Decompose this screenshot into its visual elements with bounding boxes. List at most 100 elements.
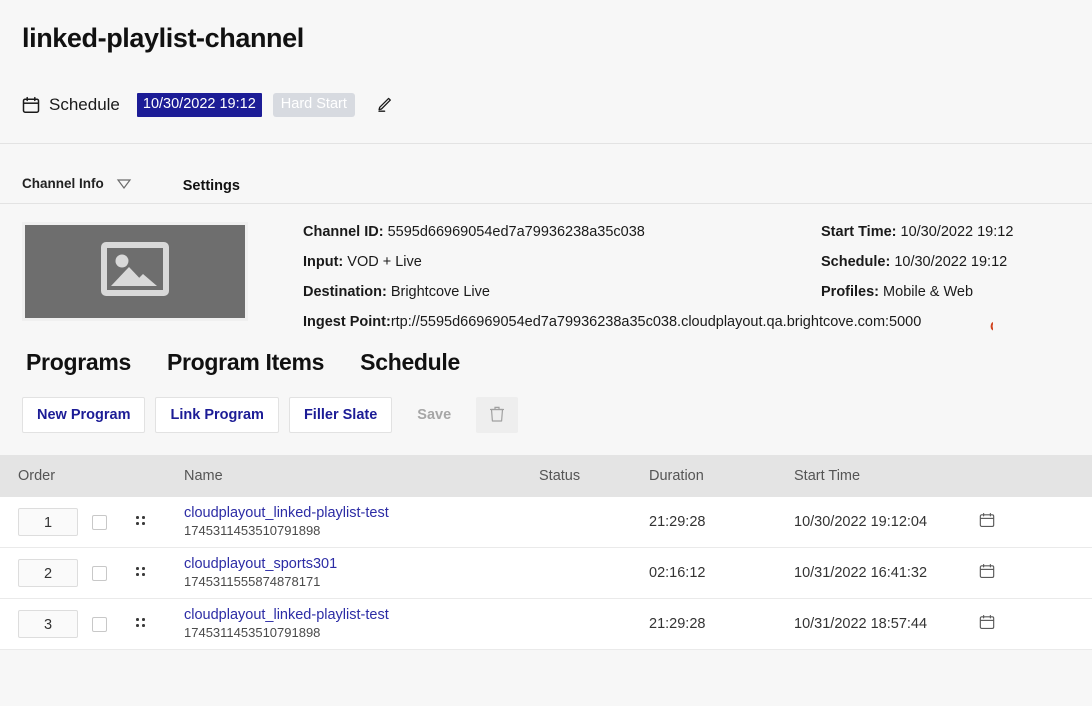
row-calendar-cell bbox=[979, 614, 1039, 635]
table-header-row: Order Name Status Duration Start Time bbox=[0, 455, 1092, 497]
table-row: 1 cloudplayout_linked-playlist-test 1745… bbox=[0, 497, 1092, 548]
row-select-cell bbox=[92, 617, 136, 632]
row-checkbox[interactable] bbox=[92, 617, 107, 632]
tab-program-items[interactable]: Program Items bbox=[163, 349, 328, 382]
meta-ingest-value: rtp://5595d66969054ed7a79936238a35c038.c… bbox=[391, 312, 922, 332]
main-tab-bar: Programs Program Items Schedule bbox=[0, 349, 1092, 382]
program-name-link[interactable]: cloudplayout_linked-playlist-test bbox=[184, 505, 539, 522]
program-name-link[interactable]: cloudplayout_linked-playlist-test bbox=[184, 607, 539, 624]
channel-thumbnail bbox=[22, 222, 248, 321]
tab-settings[interactable]: Settings bbox=[165, 178, 258, 203]
meta-start-time-value: 10/30/2022 19:12 bbox=[901, 224, 1014, 240]
image-placeholder-icon bbox=[101, 242, 169, 301]
row-checkbox[interactable] bbox=[92, 566, 107, 581]
table-row: 3 cloudplayout_linked-playlist-test 1745… bbox=[0, 599, 1092, 650]
order-input[interactable]: 2 bbox=[18, 559, 78, 587]
calendar-icon[interactable] bbox=[979, 512, 995, 528]
subtab-bar: Channel Info Settings bbox=[0, 144, 1092, 204]
row-calendar-cell bbox=[979, 563, 1039, 584]
row-checkbox[interactable] bbox=[92, 515, 107, 530]
hard-start-badge[interactable]: Hard Start bbox=[273, 93, 355, 117]
order-input[interactable]: 1 bbox=[18, 508, 78, 536]
filler-slate-button[interactable]: Filler Slate bbox=[289, 397, 392, 433]
channel-metadata: Channel ID: 5595d66969054ed7a79936238a35… bbox=[303, 222, 1070, 321]
schedule-row: Schedule 10/30/2022 19:12 Hard Start bbox=[22, 93, 1070, 117]
meta-input-value: VOD + Live bbox=[347, 254, 422, 270]
channel-info-panel: Channel ID: 5595d66969054ed7a79936238a35… bbox=[0, 204, 1092, 321]
table-row: 2 cloudplayout_sports301 174531155587487… bbox=[0, 548, 1092, 599]
program-id: 1745311555874878171 bbox=[184, 573, 539, 590]
name-cell: cloudplayout_linked-playlist-test 174531… bbox=[184, 607, 539, 641]
order-cell: 3 bbox=[0, 610, 92, 638]
order-cell: 2 bbox=[0, 559, 92, 587]
program-name-link[interactable]: cloudplayout_sports301 bbox=[184, 556, 539, 573]
triangle-down-icon bbox=[116, 178, 132, 190]
programs-toolbar: New Program Link Program Filler Slate Sa… bbox=[0, 397, 1092, 433]
save-button[interactable]: Save bbox=[402, 397, 466, 433]
page-title: linked-playlist-channel bbox=[22, 18, 1070, 58]
metadata-right-column: Start Time: 10/30/2022 19:12 Schedule: 1… bbox=[821, 222, 1092, 312]
duration-cell: 21:29:28 bbox=[649, 514, 794, 530]
calendar-icon[interactable] bbox=[979, 563, 995, 579]
tab-programs[interactable]: Programs bbox=[22, 349, 135, 382]
row-select-cell bbox=[92, 515, 136, 530]
meta-input: Input: VOD + Live bbox=[303, 252, 823, 272]
schedule-date-badge[interactable]: 10/30/2022 19:12 bbox=[137, 93, 262, 117]
column-header-start-time: Start Time bbox=[794, 468, 979, 484]
meta-start-time: Start Time: 10/30/2022 19:12 bbox=[821, 222, 1092, 242]
meta-schedule-label: Schedule: bbox=[821, 254, 890, 270]
meta-channel-id-value: 5595d66969054ed7a79936238a35c038 bbox=[388, 224, 645, 240]
pencil-icon[interactable] bbox=[374, 95, 394, 115]
meta-profiles-value: Mobile & Web bbox=[883, 284, 973, 300]
copy-ingest-button[interactable]: Copy bbox=[990, 316, 993, 332]
meta-destination-value: Brightcove Live bbox=[391, 284, 490, 300]
drag-handle-icon[interactable] bbox=[136, 567, 146, 579]
link-program-button[interactable]: Link Program bbox=[155, 397, 278, 433]
row-drag-cell bbox=[136, 618, 184, 630]
tab-schedule-label: Schedule bbox=[356, 349, 464, 382]
settings-tab-label: Settings bbox=[165, 178, 258, 201]
programs-table: Order Name Status Duration Start Time 1 … bbox=[0, 455, 1092, 650]
column-header-duration: Duration bbox=[649, 468, 794, 484]
row-select-cell bbox=[92, 566, 136, 581]
meta-channel-id: Channel ID: 5595d66969054ed7a79936238a35… bbox=[303, 222, 823, 242]
tab-programs-label: Programs bbox=[22, 349, 135, 382]
column-header-status: Status bbox=[539, 468, 649, 484]
meta-destination: Destination: Brightcove Live bbox=[303, 282, 823, 302]
tab-schedule[interactable]: Schedule bbox=[356, 349, 464, 382]
tab-channel-info[interactable]: Channel Info bbox=[22, 176, 132, 203]
column-header-name: Name bbox=[184, 468, 539, 484]
delete-button[interactable] bbox=[476, 397, 518, 433]
meta-ingest-label: Ingest Point: bbox=[303, 312, 391, 332]
name-cell: cloudplayout_sports301 17453115558748781… bbox=[184, 556, 539, 590]
start-time-cell: 10/30/2022 19:12:04 bbox=[794, 514, 979, 530]
meta-schedule: Schedule: 10/30/2022 19:12 bbox=[821, 252, 1092, 272]
duration-cell: 02:16:12 bbox=[649, 565, 794, 581]
column-header-order: Order bbox=[0, 468, 92, 484]
drag-handle-icon[interactable] bbox=[136, 516, 146, 528]
meta-schedule-value: 10/30/2022 19:12 bbox=[894, 254, 1007, 270]
calendar-icon[interactable] bbox=[979, 614, 995, 630]
row-drag-cell bbox=[136, 567, 184, 579]
program-id: 1745311453510791898 bbox=[184, 522, 539, 539]
meta-input-label: Input: bbox=[303, 254, 343, 270]
meta-profiles: Profiles: Mobile & Web bbox=[821, 282, 1092, 302]
start-time-cell: 10/31/2022 16:41:32 bbox=[794, 565, 979, 581]
duration-cell: 21:29:28 bbox=[649, 616, 794, 632]
meta-channel-id-label: Channel ID: bbox=[303, 224, 384, 240]
meta-ingest-point: Ingest Point: rtp://5595d66969054ed7a799… bbox=[303, 312, 993, 332]
calendar-icon bbox=[22, 96, 40, 114]
row-drag-cell bbox=[136, 516, 184, 528]
meta-profiles-label: Profiles: bbox=[821, 284, 879, 300]
program-id: 1745311453510791898 bbox=[184, 624, 539, 641]
page-header: linked-playlist-channel Schedule 10/30/2… bbox=[0, 0, 1092, 144]
start-time-cell: 10/31/2022 18:57:44 bbox=[794, 616, 979, 632]
trash-icon bbox=[489, 411, 505, 427]
new-program-button[interactable]: New Program bbox=[22, 397, 145, 433]
channel-info-label: Channel Info bbox=[22, 176, 104, 191]
page-root: linked-playlist-channel Schedule 10/30/2… bbox=[0, 0, 1092, 706]
order-input[interactable]: 3 bbox=[18, 610, 78, 638]
tab-program-items-label: Program Items bbox=[163, 349, 328, 382]
meta-start-time-label: Start Time: bbox=[821, 224, 896, 240]
drag-handle-icon[interactable] bbox=[136, 618, 146, 630]
